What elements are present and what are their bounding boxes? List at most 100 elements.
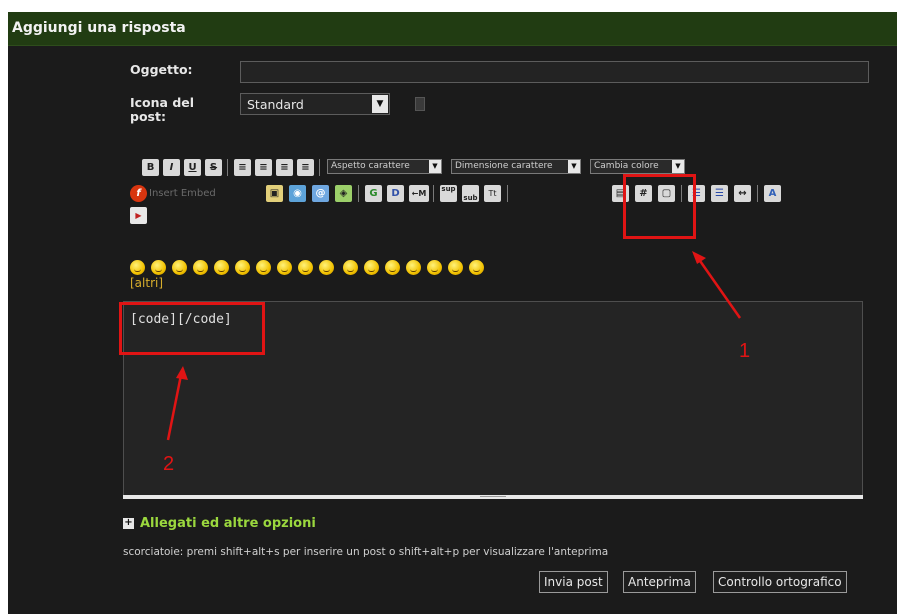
toolbar-separator — [227, 159, 228, 176]
horizontal-rule-button[interactable]: ↔ — [734, 185, 751, 202]
annotation-label-1: 1 — [739, 340, 751, 362]
smiley-icon[interactable] — [193, 260, 208, 275]
smiley-icon[interactable] — [385, 260, 400, 275]
smiley-icon[interactable] — [448, 260, 463, 275]
chevron-down-icon: ▼ — [568, 160, 580, 173]
insert-embed-button[interactable]: Insert Embed — [149, 185, 263, 203]
toolbar-separator — [358, 185, 359, 202]
smiley-icon[interactable] — [427, 260, 442, 275]
remove-format-button[interactable]: A — [764, 185, 781, 202]
chevron-down-icon: ▼ — [372, 95, 388, 113]
color-select[interactable]: Cambia colore ▼ — [590, 159, 685, 174]
expand-icon[interactable]: + — [123, 518, 134, 529]
smiley-icon[interactable] — [172, 260, 187, 275]
teletype-button[interactable]: Tt — [484, 185, 501, 202]
align-left-button[interactable]: ≡ — [234, 159, 251, 176]
post-icon-label: Icona del post: — [130, 95, 195, 124]
smiley-icon[interactable] — [298, 260, 313, 275]
smiley-icon[interactable] — [469, 260, 484, 275]
font-size-select[interactable]: Dimensione carattere ▼ — [451, 159, 581, 174]
justify-button[interactable]: ≡ — [297, 159, 314, 176]
attachments-options-link[interactable]: Allegati ed altre opzioni — [140, 516, 316, 531]
attach-icon: ◈ — [339, 188, 348, 199]
align-right-button[interactable]: ≡ — [276, 159, 293, 176]
preview-button[interactable]: Anteprima — [623, 571, 696, 593]
submit-post-button[interactable]: Invia post — [539, 571, 608, 593]
smiley-icon[interactable] — [364, 260, 379, 275]
wikipedia-icon: D — [391, 188, 400, 199]
flash-button[interactable]: f — [130, 185, 147, 202]
font-size-select-value: Dimensione carattere — [455, 161, 553, 171]
numbered-list-button[interactable]: ☰ — [711, 185, 728, 202]
font-face-select[interactable]: Aspetto carattere ▼ — [327, 159, 442, 174]
smiley-icon[interactable] — [130, 260, 145, 275]
bold-icon: B — [146, 162, 155, 173]
superscript-icon: sup — [441, 185, 456, 193]
post-icon-select[interactable]: Standard ▼ — [240, 93, 390, 115]
image-button[interactable]: ▣ — [266, 185, 283, 202]
wikipedia-button[interactable]: D — [387, 185, 404, 202]
teletype-icon: Tt — [488, 189, 497, 198]
italic-button[interactable]: I — [163, 159, 180, 176]
subject-input[interactable] — [240, 61, 869, 83]
subscript-button[interactable]: sub — [462, 185, 479, 202]
underline-button[interactable]: U — [184, 159, 201, 176]
smiley-icon[interactable] — [214, 260, 229, 275]
panel-header: Aggiungi una risposta — [8, 12, 897, 46]
underline-icon: U — [188, 162, 197, 173]
email-icon: @ — [315, 188, 326, 199]
email-button[interactable]: @ — [312, 185, 329, 202]
subject-label: Oggetto: — [130, 62, 193, 77]
google-button[interactable]: G — [365, 185, 382, 202]
globe-icon: ◉ — [293, 188, 302, 199]
smiley-icon[interactable] — [256, 260, 271, 275]
justify-icon: ≡ — [301, 162, 310, 173]
attach-button[interactable]: ◈ — [335, 185, 352, 202]
toolbar-separator — [319, 159, 320, 176]
remove-format-icon: A — [768, 188, 777, 199]
strikethrough-icon: S — [209, 162, 218, 173]
align-center-button[interactable]: ≡ — [255, 159, 272, 176]
google-icon: G — [369, 188, 378, 199]
spellcheck-button[interactable]: Controllo ortografico — [713, 571, 847, 593]
smiley-icon[interactable] — [343, 260, 358, 275]
italic-icon: I — [169, 162, 174, 173]
post-icon-select-value: Standard — [247, 97, 304, 112]
flash-icon: f — [136, 188, 141, 199]
move-button[interactable]: ←M — [409, 185, 429, 202]
chevron-down-icon: ▼ — [672, 160, 684, 173]
font-face-select-value: Aspetto carattere — [331, 161, 410, 171]
toolbar-separator — [757, 185, 758, 202]
smiley-icon[interactable] — [151, 260, 166, 275]
move-icon: ←M — [411, 189, 427, 198]
more-smilies-link[interactable]: [altri] — [130, 276, 163, 290]
annotation-label-2: 2 — [163, 453, 175, 475]
smiley-icon[interactable] — [406, 260, 421, 275]
align-center-icon: ≡ — [259, 162, 268, 173]
strikethrough-button[interactable]: S — [205, 159, 222, 176]
toolbar-separator — [507, 185, 508, 202]
media-button[interactable]: ▶ — [130, 207, 147, 224]
superscript-button[interactable]: sup — [440, 185, 457, 202]
media-icon: ▶ — [135, 211, 142, 220]
smiley-icon[interactable] — [277, 260, 292, 275]
align-left-icon: ≡ — [238, 162, 247, 173]
color-select-value: Cambia colore — [594, 161, 659, 171]
resize-grip-icon — [480, 496, 506, 497]
horizontal-rule-icon: ↔ — [738, 188, 747, 199]
chevron-down-icon: ▼ — [429, 160, 441, 173]
shortcuts-hint: scorciatoie: premi shift+alt+s per inser… — [123, 546, 609, 558]
bold-button[interactable]: B — [142, 159, 159, 176]
image-icon: ▣ — [269, 188, 280, 199]
annotation-box-2 — [119, 302, 265, 355]
align-right-icon: ≡ — [280, 162, 289, 173]
toolbar-separator — [433, 185, 434, 202]
smiley-icon[interactable] — [235, 260, 250, 275]
post-icon-preview — [415, 97, 425, 111]
link-button[interactable]: ◉ — [289, 185, 306, 202]
numbered-list-icon: ☰ — [715, 188, 724, 199]
subscript-icon: sub — [463, 194, 478, 202]
smiley-icon[interactable] — [319, 260, 334, 275]
annotation-box-1 — [623, 174, 696, 239]
page-title: Aggiungi una risposta — [12, 20, 186, 36]
